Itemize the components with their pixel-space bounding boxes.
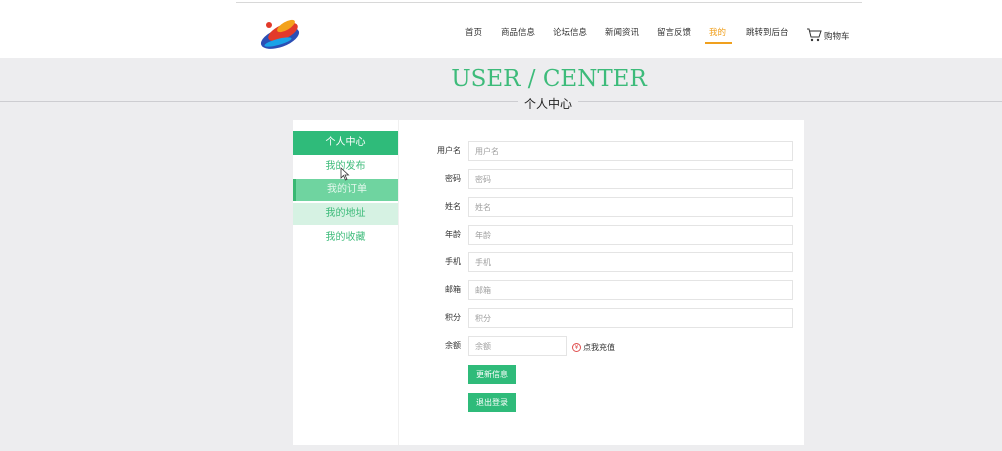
sidebar-item-my-orders[interactable]: 我的订单 bbox=[293, 179, 398, 201]
top-header: 首页 商品信息 论坛信息 新闻资讯 留言反馈 我的 跳转到后台 购物车 bbox=[0, 0, 1002, 58]
email-label: 邮箱 bbox=[445, 285, 461, 294]
nav-home[interactable]: 首页 bbox=[465, 26, 482, 38]
page-title-cn: 个人中心 bbox=[523, 97, 572, 111]
mouse-cursor-icon bbox=[340, 167, 350, 181]
email-input[interactable] bbox=[468, 280, 793, 300]
logout-button[interactable]: 退出登录 bbox=[468, 393, 516, 412]
user-center-card: 个人中心 我的发布 我的订单 我的地址 我的收藏 用户名 密码 姓名 年龄 手机… bbox=[293, 120, 804, 445]
recharge-label: 点我充值 bbox=[583, 343, 615, 352]
site-logo[interactable] bbox=[256, 12, 304, 52]
recharge-link[interactable]: ¥ 点我充值 bbox=[572, 342, 615, 353]
username-label: 用户名 bbox=[437, 146, 461, 155]
points-input[interactable] bbox=[468, 308, 793, 328]
nav-feedback[interactable]: 留言反馈 bbox=[657, 26, 691, 38]
sidebar-item-my-address[interactable]: 我的地址 bbox=[293, 203, 398, 225]
password-label: 密码 bbox=[445, 174, 461, 183]
phone-input[interactable] bbox=[468, 252, 793, 272]
nav-news[interactable]: 新闻资讯 bbox=[605, 26, 639, 38]
name-input[interactable] bbox=[468, 197, 793, 217]
cart-button[interactable]: 购物车 bbox=[806, 26, 850, 42]
update-info-button[interactable]: 更新信息 bbox=[468, 365, 516, 384]
phone-label: 手机 bbox=[445, 257, 461, 266]
balance-label: 余额 bbox=[445, 341, 461, 350]
age-input[interactable] bbox=[468, 225, 793, 245]
sidebar-heading[interactable]: 个人中心 bbox=[293, 131, 398, 155]
nav-forum[interactable]: 论坛信息 bbox=[553, 26, 587, 38]
nav-products[interactable]: 商品信息 bbox=[501, 26, 535, 38]
sidebar-item-my-favorites[interactable]: 我的收藏 bbox=[293, 227, 398, 249]
header-top-border bbox=[236, 2, 862, 3]
password-input[interactable] bbox=[468, 169, 793, 189]
title-divider bbox=[0, 101, 1002, 102]
age-label: 年龄 bbox=[445, 230, 461, 239]
name-label: 姓名 bbox=[445, 202, 461, 211]
yen-icon: ¥ bbox=[572, 343, 581, 352]
cart-label: 购物车 bbox=[824, 32, 850, 42]
balance-input[interactable] bbox=[468, 336, 567, 356]
points-label: 积分 bbox=[445, 313, 461, 322]
cart-icon bbox=[807, 28, 822, 42]
nav-admin[interactable]: 跳转到后台 bbox=[746, 26, 789, 38]
nav-active-underline bbox=[705, 42, 732, 44]
username-input[interactable] bbox=[468, 141, 793, 161]
page-title-en: USER / CENTER bbox=[451, 66, 647, 92]
nav-mine[interactable]: 我的 bbox=[709, 26, 726, 38]
page-title-cn-wrap: 个人中心 bbox=[518, 93, 578, 111]
